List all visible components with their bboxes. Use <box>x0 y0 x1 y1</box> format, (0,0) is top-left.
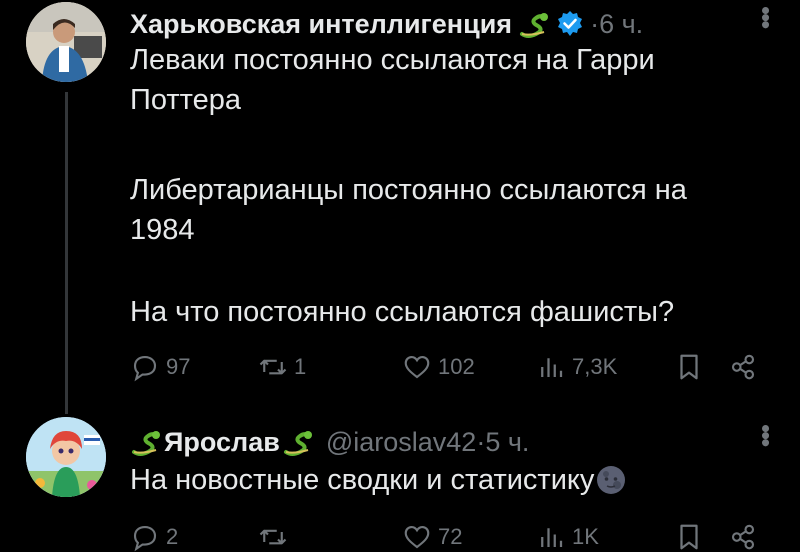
reply-icon <box>133 525 157 552</box>
reply-header: Ярослав @iaroslav42 · 5 ч. <box>130 422 529 462</box>
snake-emoji-icon <box>283 431 312 456</box>
tweet-line: Леваки постоянно ссылаются на Гарри <box>130 44 655 76</box>
reply-icon <box>133 355 157 382</box>
reply-author-avatar[interactable] <box>26 417 106 497</box>
bookmark-button[interactable] <box>674 352 710 382</box>
tweet-line: На что постоянно ссылаются фашисты? <box>130 296 675 328</box>
author-name[interactable]: Харьковская интеллигенция <box>130 9 512 40</box>
reply-button[interactable]: 2 <box>130 522 178 552</box>
reply-count: 2 <box>166 524 179 549</box>
time-separator: · <box>476 426 486 457</box>
verified-badge-icon <box>558 11 583 36</box>
reply-button[interactable]: 97 <box>130 352 190 382</box>
more-icon[interactable]: ••• <box>750 424 781 445</box>
tweet-line: Либертарианцы постоянно ссылаются на <box>130 174 687 206</box>
share-button[interactable] <box>728 352 764 382</box>
reply-author-name[interactable]: Ярослав <box>164 427 280 458</box>
views-button[interactable]: 7,3K <box>536 352 617 382</box>
share-icon <box>731 354 755 380</box>
share-icon <box>731 524 755 550</box>
like-button[interactable]: 102 <box>402 352 475 382</box>
heart-icon <box>404 355 430 379</box>
tweet-text: Либертарианцы постоянно ссылаются на 198… <box>130 170 770 250</box>
repost-button[interactable] <box>258 522 294 552</box>
reply-time[interactable]: 5 ч. <box>485 427 529 458</box>
like-button[interactable]: 72 <box>402 522 462 552</box>
tweet-text: На что постоянно ссылаются фашисты? <box>130 292 770 332</box>
repost-button[interactable]: 1 <box>258 352 306 382</box>
more-icon[interactable]: ••• <box>750 6 781 27</box>
heart-icon <box>404 525 430 549</box>
reply-text-row: На новостные сводки и статистику <box>130 460 770 500</box>
views-count: 1K <box>572 524 599 549</box>
reply-count: 97 <box>166 354 191 379</box>
bookmark-button[interactable] <box>674 522 710 552</box>
repost-count: 1 <box>294 354 307 379</box>
new-moon-face-emoji-icon <box>597 466 626 494</box>
repost-icon <box>259 529 287 545</box>
views-count: 7,3K <box>572 354 618 379</box>
tweet-time[interactable]: 6 ч. <box>599 9 643 40</box>
bookmark-icon <box>680 354 698 380</box>
reply-text: На новостные сводки и статистику <box>130 464 595 496</box>
views-icon <box>541 528 563 547</box>
bookmark-icon <box>680 524 698 550</box>
share-button[interactable] <box>728 522 764 552</box>
thread-line <box>65 92 68 414</box>
views-icon <box>541 358 563 377</box>
tweet-line: 1984 <box>130 214 195 246</box>
repost-icon <box>259 359 287 375</box>
views-button[interactable]: 1K <box>536 522 599 552</box>
snake-emoji-icon <box>132 431 160 456</box>
like-count: 102 <box>438 354 475 379</box>
reply-handle[interactable]: @iaroslav42 <box>326 427 476 458</box>
tweet-line: Поттера <box>130 84 241 116</box>
tweet-text: Леваки постоянно ссылаются на Гарри Потт… <box>130 40 770 120</box>
tweet-header: Харьковская интеллигенция · 6 ч. <box>130 4 643 44</box>
like-count: 72 <box>438 524 463 549</box>
snake-emoji-icon <box>520 13 549 38</box>
author-avatar[interactable] <box>26 2 106 82</box>
time-separator: · <box>590 8 600 39</box>
